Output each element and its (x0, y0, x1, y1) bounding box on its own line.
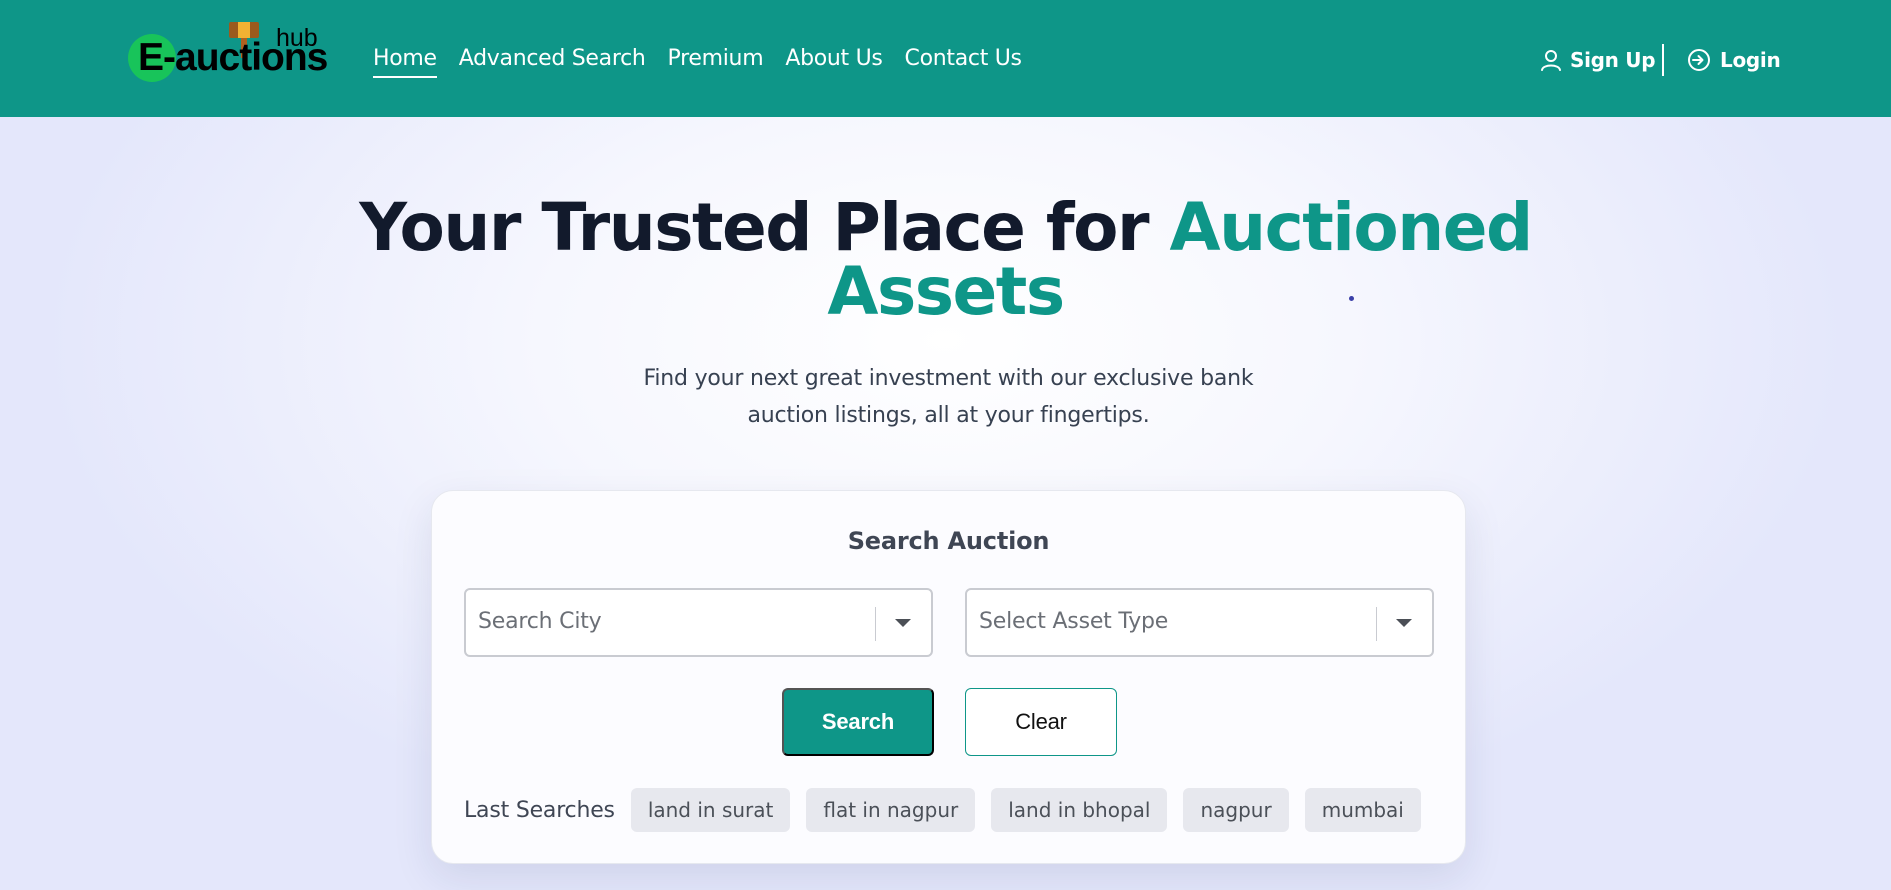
login-icon (1688, 49, 1710, 71)
last-search-chip[interactable]: nagpur (1183, 788, 1289, 832)
chevron-down-icon[interactable] (895, 619, 911, 627)
auth-divider (1662, 44, 1664, 76)
hero-subtitle: Find your next great investment with our… (600, 360, 1297, 434)
hero-subtitle-line-1: Find your next great investment with our… (643, 366, 1254, 391)
hero-subtitle-line-2: auction listings, all at your fingertips… (747, 403, 1150, 428)
last-searches-label: Last Searches (464, 797, 615, 823)
asset-type-select[interactable]: Select Asset Type (965, 588, 1434, 657)
nav-advanced-search[interactable]: Advanced Search (459, 44, 646, 78)
main-nav: Home Advanced Search Premium About Us Co… (373, 44, 1022, 78)
decorative-dot (1349, 296, 1354, 301)
chevron-down-icon[interactable] (1396, 619, 1412, 627)
asset-type-select-separator (1376, 607, 1377, 641)
city-select-placeholder: Search City (478, 609, 602, 634)
login-link[interactable]: Login (1687, 44, 1781, 76)
login-label: Login (1720, 48, 1781, 72)
asset-type-select-placeholder: Select Asset Type (979, 609, 1169, 634)
logo-hub-text: hub (276, 24, 318, 52)
hero-title-accent-1: Auctioned (1169, 189, 1534, 266)
search-card-title: Search Auction (847, 527, 1050, 555)
search-button[interactable]: Search (782, 688, 934, 756)
hero-title: Your Trusted Place for Auctioned Assets (340, 195, 1551, 325)
search-auction-card: Search Auction Search City Select Asset … (431, 490, 1466, 864)
nav-home[interactable]: Home (373, 44, 437, 78)
sign-up-label: Sign Up (1570, 48, 1656, 72)
clear-button[interactable]: Clear (965, 688, 1117, 756)
nav-premium[interactable]: Premium (668, 44, 764, 78)
brand-logo[interactable]: E-auctions hub (128, 20, 328, 84)
sign-up-link[interactable]: Sign Up (1541, 44, 1656, 76)
hero-title-accent-2: Assets (827, 253, 1065, 330)
city-select-separator (875, 607, 876, 641)
last-search-chip[interactable]: flat in nagpur (806, 788, 976, 832)
last-search-chip[interactable]: mumbai (1304, 788, 1421, 832)
nav-about-us[interactable]: About Us (785, 44, 883, 78)
user-icon (1541, 50, 1561, 71)
last-searches: Last Searches land in surat flat in nagp… (464, 788, 1437, 832)
top-navbar: E-auctions hub Home Advanced Search Prem… (0, 0, 1891, 117)
last-search-chip[interactable]: land in bhopal (991, 788, 1168, 832)
city-select[interactable]: Search City (464, 588, 933, 657)
last-search-chip[interactable]: land in surat (630, 788, 791, 832)
nav-contact-us[interactable]: Contact Us (905, 44, 1022, 78)
